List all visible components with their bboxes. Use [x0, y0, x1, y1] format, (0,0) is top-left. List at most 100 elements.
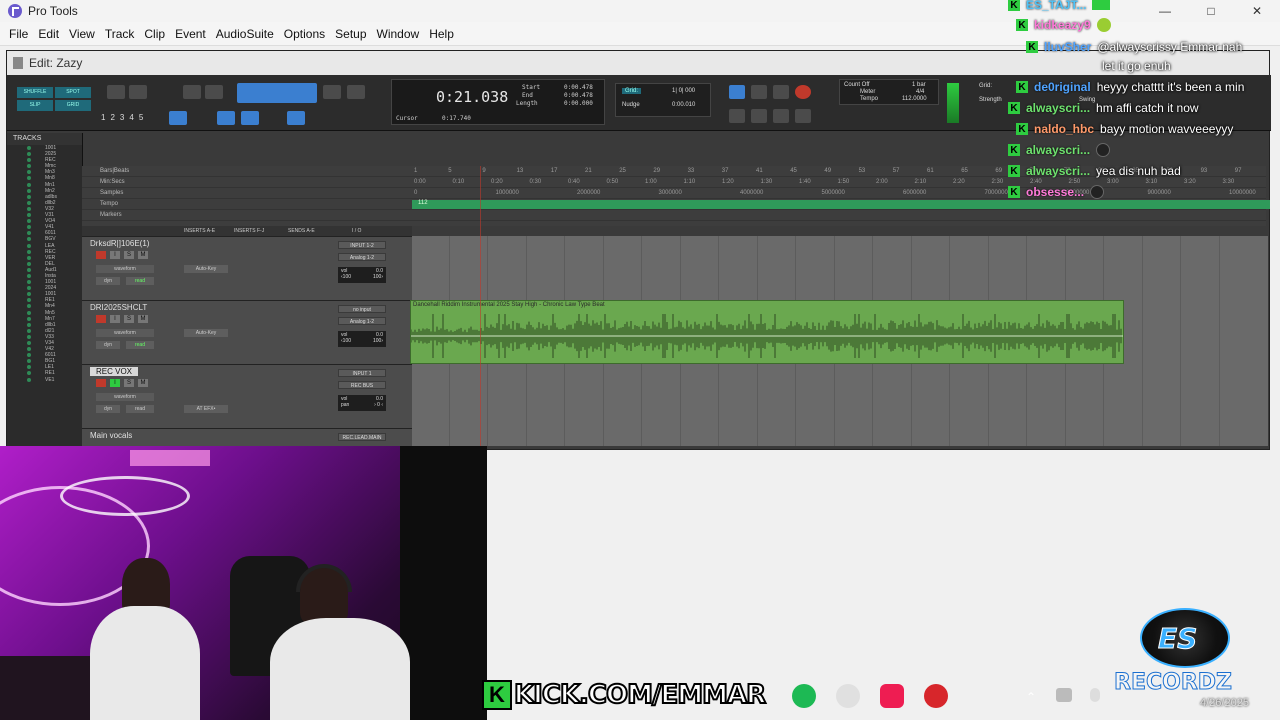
volume-pan-box[interactable]: vol 0.0 pan › 0 ‹ [338, 395, 386, 411]
menu-track[interactable]: Track [100, 27, 140, 41]
grid-value[interactable]: 1| 0| 000 [672, 88, 695, 94]
solo-button[interactable]: S [124, 251, 134, 259]
obs-icon[interactable] [836, 684, 860, 708]
track-view-selector[interactable]: waveform [96, 393, 154, 401]
zoom-out-icon[interactable] [107, 85, 125, 99]
zoom-preset-1[interactable]: 1 [101, 113, 105, 122]
track-row[interactable]: REC VOX I S M waveform dyn read AT EFX• … [82, 364, 412, 428]
trim-tool-icon[interactable] [183, 85, 201, 99]
tab-to-transient-icon[interactable] [169, 111, 187, 125]
mute-button[interactable]: M [138, 315, 148, 323]
insert-slot[interactable]: Auto-Key [184, 265, 228, 273]
tempo-value[interactable]: 112.0000 [902, 96, 927, 102]
smart-tool-icon[interactable] [237, 83, 317, 103]
main-counter[interactable]: 0:21.038 [436, 88, 508, 106]
track-name[interactable]: DrksdR|]106E(1) [90, 239, 149, 248]
output-selector[interactable]: Analog 1-2 [338, 253, 386, 261]
menu-clip[interactable]: Clip [139, 27, 170, 41]
record-enable-button[interactable] [96, 315, 106, 323]
length-value[interactable]: 0:00.000 [564, 100, 593, 107]
volume-pan-box[interactable]: vol 0.0 ‹100 100› [338, 331, 386, 347]
input-monitor-button[interactable]: I [110, 251, 120, 259]
solo-button[interactable]: S [124, 315, 134, 323]
end-value[interactable]: 0:00.478 [564, 92, 593, 99]
loop-icon[interactable] [729, 85, 745, 99]
pan-left-value[interactable]: ‹100 [341, 274, 351, 280]
pan-right-value[interactable]: 100› [373, 338, 383, 344]
spot-mode-button[interactable]: SPOT [55, 87, 91, 98]
insert-slot[interactable]: AT EFX• [184, 405, 228, 413]
solo-button[interactable]: S [124, 379, 134, 387]
input-monitor-button[interactable]: I [110, 379, 120, 387]
automation-mode[interactable]: read [126, 405, 154, 413]
input-selector[interactable]: INPUT 1 [338, 369, 386, 377]
tracks-list-item[interactable]: VE1 [7, 377, 82, 383]
zoom-in-icon[interactable] [129, 85, 147, 99]
fast-forward-icon[interactable] [773, 109, 789, 123]
stop-icon[interactable] [751, 85, 767, 99]
pan-left-value[interactable]: ‹100 [341, 338, 351, 344]
menu-edit[interactable]: Edit [33, 27, 64, 41]
muse-icon[interactable] [924, 684, 948, 708]
track-name[interactable]: REC VOX [90, 367, 139, 376]
zoom-preset-2[interactable]: 2 [110, 113, 114, 122]
network-icon[interactable] [1056, 688, 1072, 702]
zoom-preset-5[interactable]: 5 [139, 113, 143, 122]
track-name[interactable]: Main vocals [90, 431, 132, 440]
rewind-icon[interactable] [751, 109, 767, 123]
insertion-follows-icon[interactable] [287, 111, 305, 125]
output-selector[interactable]: Analog 1-2 [338, 317, 386, 325]
volume-pan-box[interactable]: vol 0.0 ‹100 100› [338, 267, 386, 283]
track-view-selector[interactable]: waveform [96, 329, 154, 337]
track-row[interactable]: Main vocals REC.LEAD.MAIN [82, 428, 412, 446]
audio-clip[interactable]: Dancehall Riddim Instrumental 2025 Stay … [410, 300, 1124, 364]
dyn-button[interactable]: dyn [96, 405, 120, 413]
input-selector[interactable]: REC.LEAD.MAIN [338, 433, 386, 441]
count-off-label[interactable]: Count Off [844, 82, 870, 88]
record-enable-button[interactable] [96, 251, 106, 259]
slip-mode-button[interactable]: SLIP [17, 100, 53, 111]
dyn-button[interactable]: dyn [96, 341, 120, 349]
zoom-preset-3[interactable]: 3 [120, 113, 124, 122]
output-selector[interactable]: REC BUS [338, 381, 386, 389]
record-icon[interactable] [795, 85, 811, 99]
menu-help[interactable]: Help [424, 27, 459, 41]
link-track-icon[interactable] [241, 111, 259, 125]
speaker-tool-icon[interactable] [323, 85, 341, 99]
pencil-tool-icon[interactable] [347, 85, 365, 99]
grid-label[interactable]: Grid: [622, 88, 642, 94]
record-enable-button[interactable] [96, 379, 106, 387]
tracks-list-header[interactable]: TRACKS [7, 133, 82, 145]
microphone-icon[interactable] [1090, 688, 1100, 702]
menu-options[interactable]: Options [279, 27, 330, 41]
track-row[interactable]: DRI2025SHCLT I S M waveform dyn read Aut… [82, 300, 412, 364]
chevron-up-icon[interactable]: ⌃ [1026, 690, 1036, 704]
insert-slot[interactable]: Auto-Key [184, 329, 228, 337]
tiktok-icon[interactable] [880, 684, 904, 708]
play-icon[interactable] [773, 85, 789, 99]
mute-button[interactable]: M [138, 251, 148, 259]
link-timeline-icon[interactable] [217, 111, 235, 125]
meter-value[interactable]: 4/4 [916, 89, 924, 95]
zoom-preset-4[interactable]: 4 [129, 113, 133, 122]
grid-mode-button[interactable]: GRID [55, 100, 91, 111]
automation-mode[interactable]: read [126, 277, 154, 285]
input-monitor-button[interactable]: I [110, 315, 120, 323]
input-selector[interactable]: INPUT 1-2 [338, 241, 386, 249]
track-row[interactable]: DrksdR|]106E(1) I S M waveform dyn read … [82, 236, 412, 300]
menu-event[interactable]: Event [170, 27, 211, 41]
shuffle-mode-button[interactable]: SHUFFLE [17, 87, 53, 98]
automation-mode[interactable]: read [126, 341, 154, 349]
track-view-selector[interactable]: waveform [96, 265, 154, 273]
menu-window[interactable]: Window [372, 27, 425, 41]
dyn-button[interactable]: dyn [96, 277, 120, 285]
tempo-strip[interactable]: 112 [412, 200, 1270, 209]
menu-audiosuite[interactable]: AudioSuite [211, 27, 279, 41]
track-name[interactable]: DRI2025SHCLT [90, 303, 147, 312]
nudge-value[interactable]: 0:00.010 [672, 102, 695, 108]
input-selector[interactable]: no input [338, 305, 386, 313]
go-to-end-icon[interactable] [795, 109, 811, 123]
spotify-icon[interactable] [792, 684, 816, 708]
mute-button[interactable]: M [138, 379, 148, 387]
start-value[interactable]: 0:00.478 [564, 84, 593, 91]
